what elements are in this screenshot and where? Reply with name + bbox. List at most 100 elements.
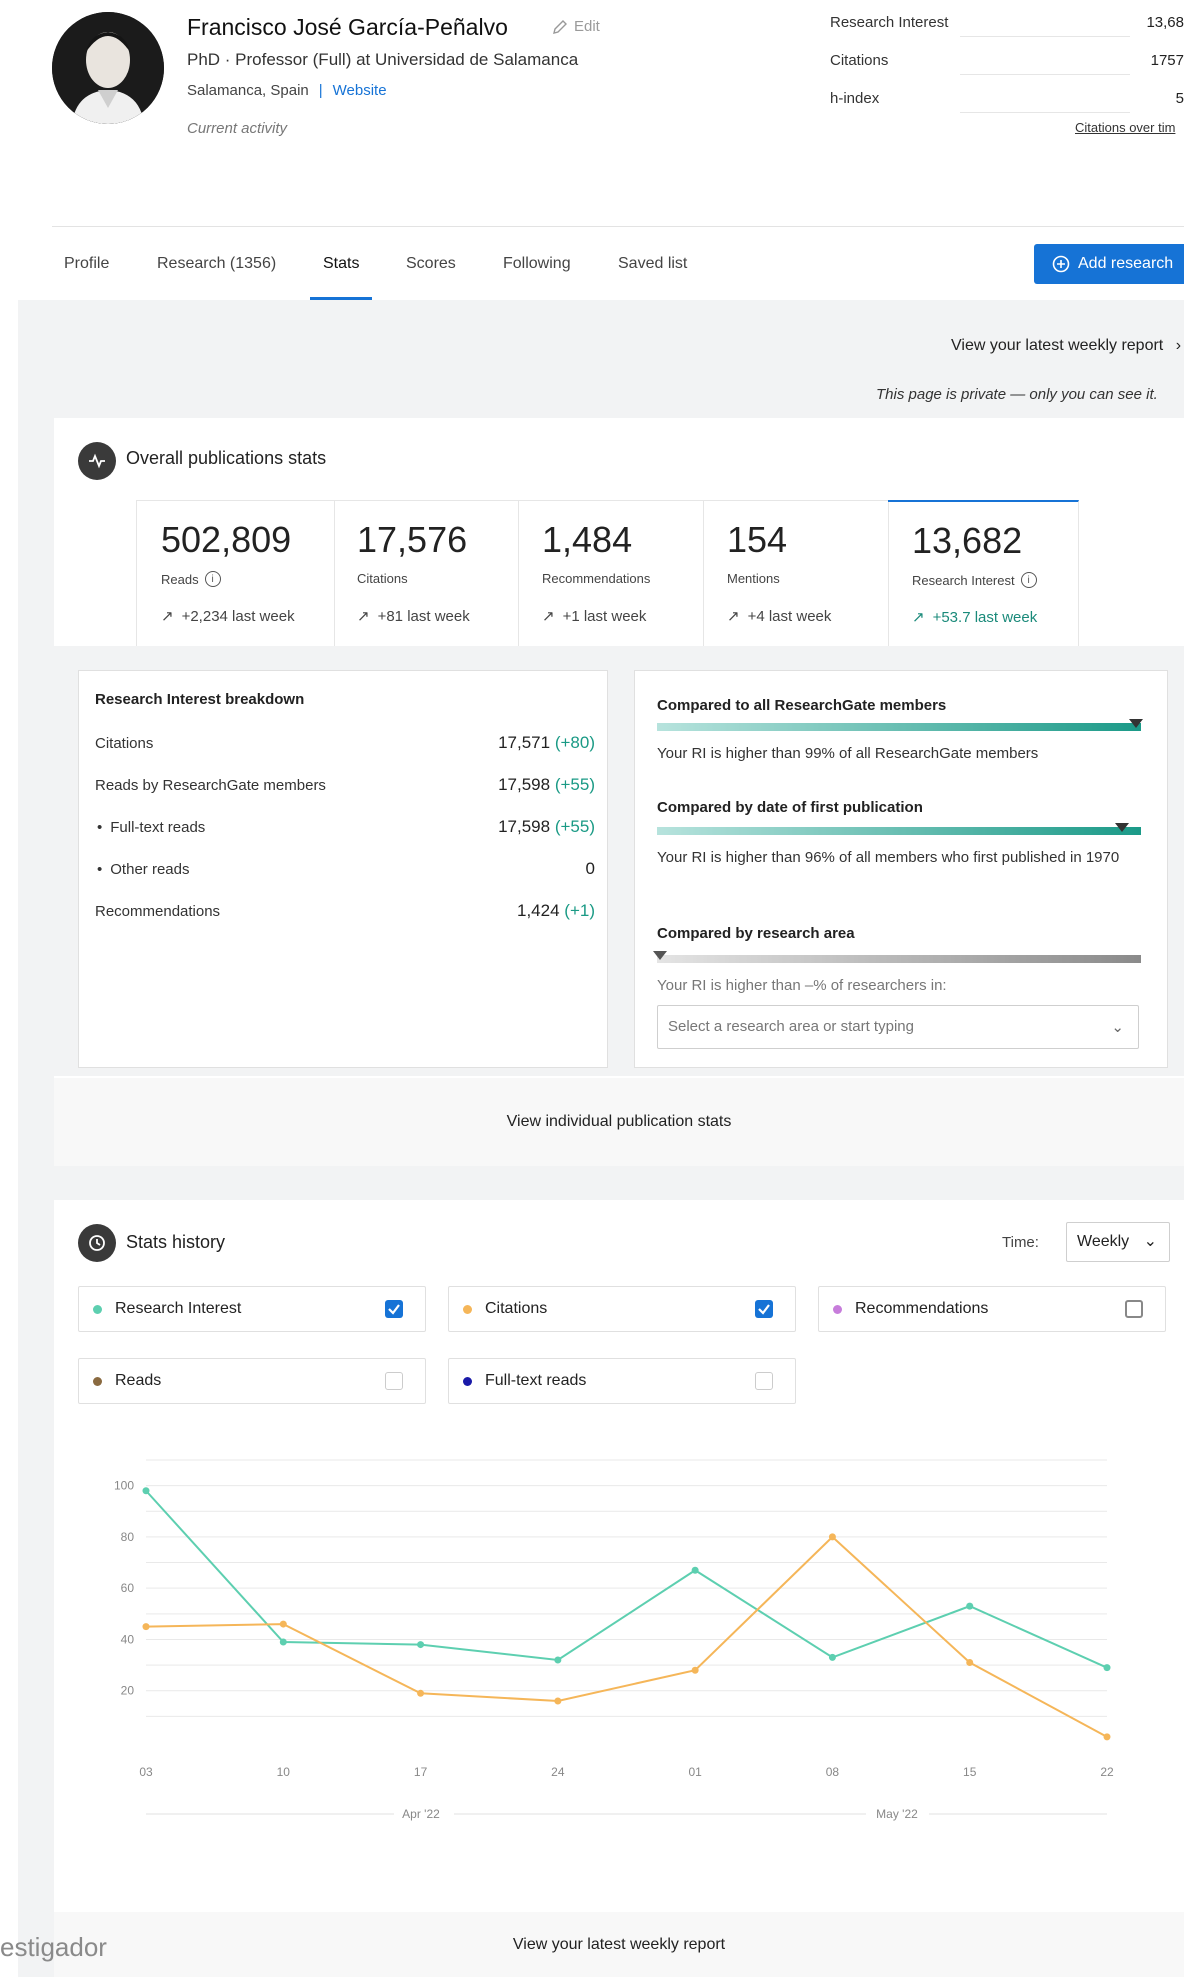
add-research-button[interactable]: Add research xyxy=(1034,244,1184,284)
series-point xyxy=(279,1638,287,1646)
y-tick-label: 60 xyxy=(121,1581,135,1595)
x-tick-label: 08 xyxy=(826,1765,840,1779)
breakdown-row: • Full-text reads 17,598 (+55) xyxy=(95,817,595,836)
stat-week-text: +1 last week xyxy=(562,607,647,625)
checkbox-checked[interactable] xyxy=(385,1300,403,1318)
series-point xyxy=(1103,1733,1111,1741)
website-link[interactable]: Website xyxy=(333,82,387,99)
stat-label-text: Recommendations xyxy=(542,571,651,586)
info-icon[interactable]: i xyxy=(204,571,221,587)
legend-toggle-reads[interactable]: Reads xyxy=(78,1358,426,1404)
trend-up-icon: ↗ xyxy=(912,609,925,626)
header-stat-value: 13,68 xyxy=(1146,14,1184,31)
view-individual-stats-link[interactable]: View individual publication stats xyxy=(54,1078,1184,1166)
breakdown-value-wrap: 1,424 (+1) xyxy=(517,901,595,921)
stat-tile-recommendations[interactable]: 1,484 Recommendations ↗ +1 last week xyxy=(518,500,704,647)
stats-history-card: Stats history Time: Weekly ⌄ Research In… xyxy=(54,1200,1184,1977)
legend-toggle-research-interest[interactable]: Research Interest xyxy=(78,1286,426,1332)
stat-tile-mentions[interactable]: 154 Mentions ↗ +4 last week xyxy=(703,500,889,647)
tab-bar: Profile Research (1356) Stats Scores Fol… xyxy=(52,226,1184,302)
stat-week: ↗ +4 last week xyxy=(727,607,832,626)
series-point xyxy=(554,1656,562,1664)
breakdown-label: Other reads xyxy=(110,861,190,878)
breakdown-value-wrap: 17,598 (+55) xyxy=(498,775,595,795)
activity-icon xyxy=(78,442,116,480)
stat-label-text: Research Interest xyxy=(912,572,1015,588)
private-note: This page is private — only you can see … xyxy=(876,386,1158,403)
legend-toggle-citations[interactable]: Citations xyxy=(448,1286,796,1332)
breakdown-delta: (+1) xyxy=(564,901,595,920)
x-tick-label: 01 xyxy=(688,1765,702,1779)
research-area-select[interactable]: Select a research area or start typing ⌄ xyxy=(657,1005,1139,1049)
ri-breakdown-panel: Research Interest breakdown Citations 17… xyxy=(78,670,608,1068)
avatar[interactable] xyxy=(52,12,164,124)
legend-label: Research Interest xyxy=(115,1300,242,1317)
breakdown-label: Full-text reads xyxy=(110,819,206,836)
stat-week-text: +81 last week xyxy=(377,607,470,625)
breakdown-title: Research Interest breakdown xyxy=(95,691,305,708)
legend-toggle-recommendations[interactable]: Recommendations xyxy=(818,1286,1166,1332)
tab-profile[interactable]: Profile xyxy=(64,255,109,273)
comparison-area-marker xyxy=(653,951,667,960)
stat-week: ↗ +1 last week xyxy=(542,607,647,626)
weekly-report-link[interactable]: View your latest weekly report › xyxy=(951,337,1181,355)
weekly-report-label: View your latest weekly report xyxy=(951,337,1164,354)
breakdown-label: Reads by ResearchGate members xyxy=(95,777,326,794)
stat-label-text: Citations xyxy=(357,571,408,586)
stat-tile-reads[interactable]: 502,809 Reads i ↗ +2,234 last week xyxy=(136,500,335,647)
comparison-all-text: Your RI is higher than 99% of all Resear… xyxy=(657,745,1039,762)
current-activity[interactable]: Current activity xyxy=(187,120,287,137)
info-icon[interactable]: i xyxy=(1020,572,1037,588)
legend-toggle-full-text-reads[interactable]: Full-text reads xyxy=(448,1358,796,1404)
time-label: Time: xyxy=(1002,1234,1039,1251)
series-point xyxy=(554,1697,562,1705)
series-line xyxy=(145,1490,1108,1669)
x-tick-label: 03 xyxy=(139,1765,153,1779)
stat-tile-citations[interactable]: 17,576 Citations ↗ +81 last week xyxy=(333,500,519,647)
tab-stats[interactable]: Stats xyxy=(323,255,359,273)
x-tick-label: 10 xyxy=(277,1765,291,1779)
tab-scores[interactable]: Scores xyxy=(406,255,456,273)
header-stat-label: Citations xyxy=(830,52,889,69)
series-point xyxy=(417,1641,425,1649)
legend-dot xyxy=(833,1305,842,1314)
breakdown-delta: (+55) xyxy=(554,775,595,794)
edit-label: Edit xyxy=(574,18,600,35)
breakdown-label: Recommendations xyxy=(95,903,221,920)
time-select[interactable]: Weekly ⌄ xyxy=(1066,1222,1170,1262)
view-individual-label: View individual publication stats xyxy=(506,1113,732,1130)
breakdown-value: 0 xyxy=(585,859,595,878)
legend-dot xyxy=(93,1377,102,1386)
breakdown-value: 17,598 xyxy=(498,817,551,836)
legend-label: Recommendations xyxy=(855,1300,989,1317)
profile-degree: PhD · Professor (Full) at Universidad de… xyxy=(187,50,579,69)
checkbox-unchecked[interactable] xyxy=(755,1372,773,1390)
tab-saved-list[interactable]: Saved list xyxy=(618,255,687,273)
series-point xyxy=(828,1653,836,1661)
checkbox-checked[interactable] xyxy=(755,1300,773,1318)
breakdown-value: 1,424 xyxy=(517,901,560,920)
comparison-date-marker xyxy=(1114,823,1129,832)
breakdown-delta: (+55) xyxy=(554,817,595,836)
series-line xyxy=(145,1535,1108,1738)
checkbox-unchecked[interactable] xyxy=(385,1372,403,1390)
series-point xyxy=(417,1689,425,1697)
header-stat-label: Research Interest xyxy=(830,14,949,31)
edit-button[interactable]: Edit xyxy=(552,18,600,35)
legend-label: Full-text reads xyxy=(485,1372,587,1389)
stat-tile-research-interest[interactable]: 13,682 Research Interest i ↗ +53.7 last we… xyxy=(888,500,1079,648)
citations-over-time-link[interactable]: Citations over tim xyxy=(1075,120,1175,135)
breakdown-row: Citations 17,571 (+80) xyxy=(95,733,595,752)
trend-up-icon: ↗ xyxy=(161,608,174,625)
divider xyxy=(960,36,1130,37)
checkbox-unchecked[interactable] xyxy=(1125,1300,1143,1318)
tab-research[interactable]: Research (1356) xyxy=(157,255,276,273)
comparison-area-bar xyxy=(653,951,1141,963)
weekly-report-bottom-link[interactable]: View your latest weekly report xyxy=(54,1912,1184,1977)
y-tick-label: 20 xyxy=(121,1684,135,1698)
tab-following[interactable]: Following xyxy=(503,255,571,273)
y-tick-label: 80 xyxy=(121,1530,135,1544)
stat-week-text: +4 last week xyxy=(747,607,832,625)
series-point xyxy=(1103,1664,1111,1672)
clock-icon xyxy=(78,1224,116,1262)
